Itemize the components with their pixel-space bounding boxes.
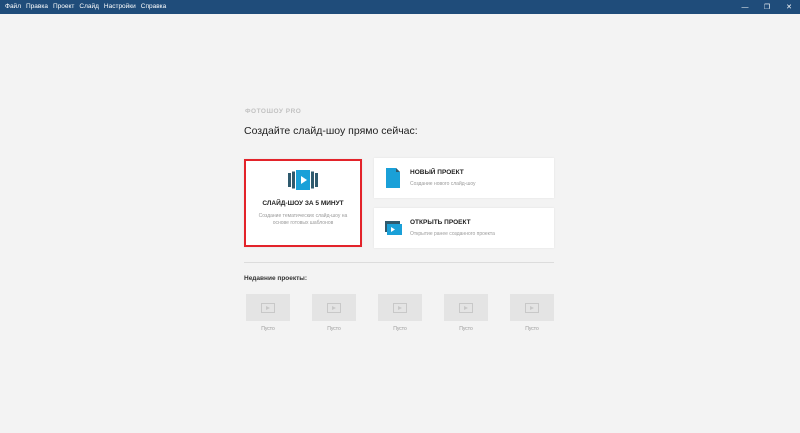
recent-project-slot[interactable]: Пусто [510, 294, 554, 334]
slideshow-film-icon [288, 170, 318, 190]
window-controls: — ❐ ✕ [734, 0, 800, 14]
quick-slideshow-description: Создание тематических слайд-шоу на основ… [258, 213, 348, 226]
recent-project-empty-label: Пусто [393, 326, 407, 332]
video-placeholder-icon [393, 302, 407, 313]
brand-logo-text: ФОТОШОУ PRO [245, 108, 302, 115]
new-file-icon [386, 168, 400, 188]
recent-project-slot[interactable]: Пусто [246, 294, 290, 334]
recent-project-thumbnail [510, 294, 554, 321]
new-project-title: НОВЫЙ ПРОЕКТ [410, 169, 464, 176]
menu-bar: Файл Правка Проект Слайд Настройки Справ… [0, 0, 171, 14]
page-title: Создайте слайд-шоу прямо сейчас: [244, 125, 418, 137]
menu-file[interactable]: Файл [5, 0, 21, 14]
open-project-subtitle: Открытие ранее созданного проекта [410, 231, 495, 237]
menu-project[interactable]: Проект [53, 0, 74, 14]
recent-project-thumbnail [312, 294, 356, 321]
recent-project-thumbnail [246, 294, 290, 321]
quick-slideshow-title: СЛАЙД-ШОУ ЗА 5 МИНУТ [262, 200, 344, 207]
close-button[interactable]: ✕ [778, 0, 800, 14]
open-project-card[interactable]: ОТКРЫТЬ ПРОЕКТ Открытие ранее созданного… [374, 208, 554, 248]
video-placeholder-icon [459, 302, 473, 313]
minimize-button[interactable]: — [734, 0, 756, 14]
recent-project-thumbnail [378, 294, 422, 321]
open-project-title: ОТКРЫТЬ ПРОЕКТ [410, 219, 471, 226]
new-project-card[interactable]: НОВЫЙ ПРОЕКТ Создание нового слайд-шоу [374, 158, 554, 198]
recent-project-slot[interactable]: Пусто [444, 294, 488, 334]
recent-project-slot[interactable]: Пусто [378, 294, 422, 334]
menu-edit[interactable]: Правка [26, 0, 48, 14]
menu-settings[interactable]: Настройки [104, 0, 136, 14]
quick-slideshow-card[interactable]: СЛАЙД-ШОУ ЗА 5 МИНУТ Создание тематическ… [244, 159, 362, 247]
recent-project-slot[interactable]: Пусто [312, 294, 356, 334]
video-placeholder-icon [525, 302, 539, 313]
recent-project-empty-label: Пусто [261, 326, 275, 332]
video-placeholder-icon [327, 302, 341, 313]
new-project-subtitle: Создание нового слайд-шоу [410, 181, 476, 187]
open-folder-icon [385, 221, 402, 235]
recent-project-empty-label: Пусто [327, 326, 341, 332]
recent-project-empty-label: Пусто [459, 326, 473, 332]
maximize-button[interactable]: ❐ [756, 0, 778, 14]
menu-help[interactable]: Справка [141, 0, 167, 14]
divider [244, 262, 554, 263]
recent-project-thumbnail [444, 294, 488, 321]
video-placeholder-icon [261, 302, 275, 313]
title-bar: Файл Правка Проект Слайд Настройки Справ… [0, 0, 800, 14]
menu-slide[interactable]: Слайд [79, 0, 99, 14]
recent-projects-label: Недавние проекты: [244, 275, 308, 282]
recent-project-empty-label: Пусто [525, 326, 539, 332]
